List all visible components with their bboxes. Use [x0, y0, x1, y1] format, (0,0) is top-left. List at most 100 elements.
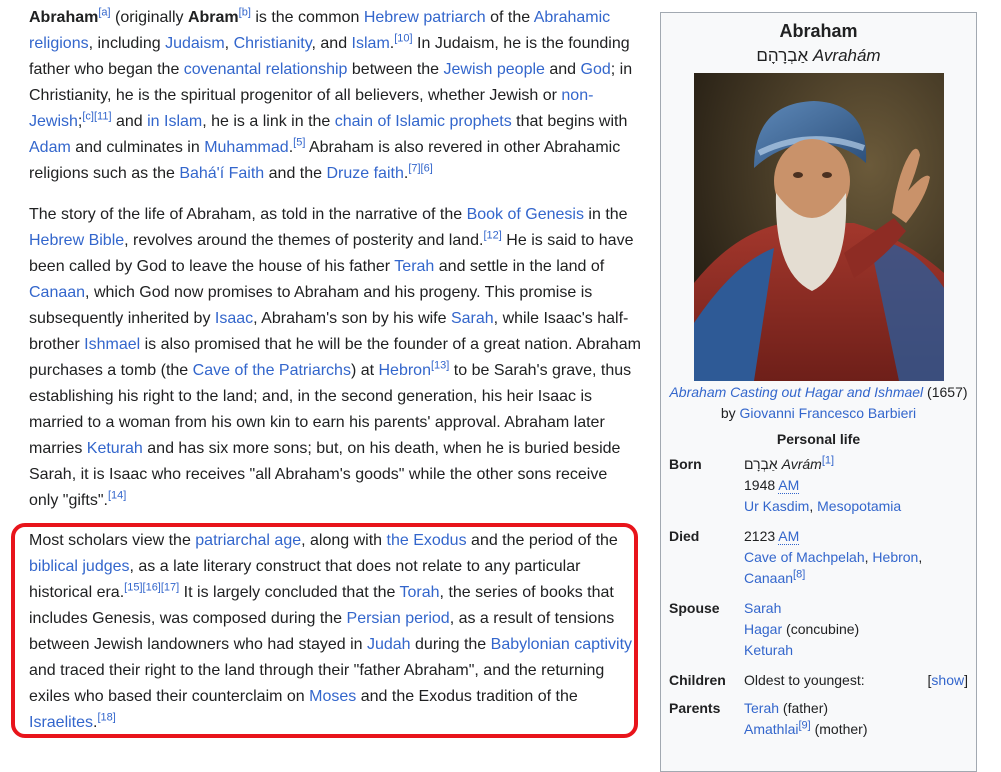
wiki-link[interactable]: Druze faith	[326, 165, 403, 182]
citation-link[interactable]: [b]	[239, 7, 251, 19]
citation-link[interactable]: [16]	[143, 582, 161, 594]
wiki-link[interactable]: the Exodus	[387, 532, 467, 549]
citation: [c]	[82, 111, 94, 123]
citation: [7]	[408, 163, 420, 175]
wiki-link[interactable]: Israelites	[29, 714, 93, 731]
citation: [17]	[161, 582, 179, 594]
spouse-keturah-link[interactable]: Keturah	[744, 642, 793, 658]
wiki-link[interactable]: Islam	[352, 35, 390, 52]
citation-link[interactable]: [10]	[394, 33, 412, 45]
body-text: of the	[485, 9, 534, 26]
citation-link[interactable]: [11]	[94, 111, 112, 123]
wiki-link[interactable]: Jewish people	[444, 61, 545, 78]
spouse-sarah-link[interactable]: Sarah	[744, 600, 781, 616]
citation-link[interactable]: [18]	[97, 712, 115, 724]
parent-amathlai-link[interactable]: Amathlai	[744, 721, 798, 737]
born-translit: Avrám	[781, 456, 822, 472]
born-place-ur-kasdim[interactable]: Ur Kasdim	[744, 498, 809, 514]
citation: [10]	[394, 33, 412, 45]
wiki-link[interactable]: Hebron	[379, 362, 431, 379]
wiki-link[interactable]: Judaism	[165, 35, 225, 52]
wiki-link[interactable]: Adam	[29, 139, 71, 156]
body-text: is the common	[250, 9, 364, 26]
citation-link[interactable]: [c]	[82, 111, 94, 123]
wiki-link[interactable]: Ishmael	[84, 336, 140, 353]
wiki-link[interactable]: Sarah	[451, 310, 494, 327]
wiki-link[interactable]: Babylonian captivity	[491, 636, 632, 653]
died-value: 2123 AM Cave of Machpelah, Hebron, Canaa…	[744, 528, 923, 586]
wiki-link[interactable]: Bahá'í Faith	[179, 165, 264, 182]
died-label: Died	[669, 528, 700, 544]
body-text: in the	[583, 206, 628, 223]
row-children: Children Oldest to youngest: [show]	[661, 670, 976, 691]
citation: [12]	[483, 230, 501, 242]
wiki-link[interactable]: Judah	[367, 636, 411, 653]
wiki-link[interactable]: Torah	[400, 584, 440, 601]
bold-term: Abraham	[29, 9, 99, 26]
wiki-link[interactable]: Hebrew Bible	[29, 232, 124, 249]
born-ref[interactable]: [1]	[822, 454, 834, 466]
wiki-link[interactable]: Muhammad	[204, 139, 288, 156]
body-text: The story of the life of Abraham, as tol…	[29, 206, 467, 223]
wiki-link[interactable]: Hebrew patriarch	[364, 9, 486, 26]
wiki-link[interactable]: Persian period	[347, 610, 450, 627]
parents-label: Parents	[669, 700, 721, 716]
citation-link[interactable]: [13]	[431, 360, 449, 372]
spouse-hagar-link[interactable]: Hagar	[744, 621, 782, 637]
born-place-mesopotamia[interactable]: Mesopotamia	[817, 498, 901, 514]
died-place-machpelah[interactable]: Cave of Machpelah	[744, 549, 865, 565]
wiki-link[interactable]: chain of Islamic prophets	[335, 113, 512, 130]
born-hebrew: אַבְרָם	[744, 456, 778, 472]
citation-link[interactable]: [5]	[293, 137, 305, 149]
infobox: Abraham אַבְרָהָם Avrahám Abraham Castin…	[660, 12, 977, 772]
citation-link[interactable]: [14]	[108, 490, 126, 502]
wiki-link[interactable]: Book of Genesis	[467, 206, 584, 223]
died-place-hebron[interactable]: Hebron	[872, 549, 918, 565]
died-place-canaan[interactable]: Canaan	[744, 570, 793, 586]
born-era-link[interactable]: AM	[778, 477, 800, 494]
citation-link[interactable]: [a]	[98, 7, 110, 19]
caption-title-link[interactable]: Abraham Casting out Hagar and Ishmael	[669, 384, 923, 400]
native-translit: Avrahám	[812, 46, 881, 65]
wiki-link[interactable]: Moses	[309, 688, 356, 705]
parent-terah-note: (father)	[779, 700, 829, 716]
citation: [b]	[239, 7, 251, 19]
citation-link[interactable]: [6]	[421, 163, 433, 175]
citation: [16]	[143, 582, 161, 594]
wiki-link[interactable]: Cave of the Patriarchs	[193, 362, 351, 379]
wiki-link[interactable]: Isaac	[215, 310, 253, 327]
portrait-image[interactable]	[693, 73, 944, 381]
bold-term: Abram	[187, 9, 239, 26]
body-text: between the	[347, 61, 444, 78]
citation-link[interactable]: [15]	[124, 582, 142, 594]
wiki-link[interactable]: God	[581, 61, 611, 78]
citation-link[interactable]: [7]	[408, 163, 420, 175]
parent-terah-link[interactable]: Terah	[744, 700, 779, 716]
body-text: (originally	[110, 9, 188, 26]
caption-artist-link[interactable]: Giovanni Francesco Barbieri	[740, 405, 917, 421]
wiki-link[interactable]: patriarchal age	[195, 532, 301, 549]
paragraph-scholarship: Most scholars view the patriarchal age, …	[29, 528, 641, 736]
wiki-link[interactable]: Christianity	[234, 35, 312, 52]
wiki-link[interactable]: covenantal relationship	[184, 61, 348, 78]
born-year: 1948	[744, 477, 779, 493]
citation: [5]	[293, 137, 305, 149]
citation-link[interactable]: [12]	[483, 230, 501, 242]
wiki-link[interactable]: biblical judges	[29, 558, 130, 575]
body-text: , including	[88, 35, 166, 52]
wiki-link[interactable]: Keturah	[87, 440, 143, 457]
wiki-link[interactable]: Terah	[394, 258, 434, 275]
died-era-link[interactable]: AM	[778, 528, 800, 545]
wiki-link[interactable]: Canaan	[29, 284, 85, 301]
children-value: Oldest to youngest: [show]	[744, 670, 976, 691]
wiki-link[interactable]: in Islam	[147, 113, 202, 130]
body-text: during the	[410, 636, 491, 653]
show-link[interactable]: show	[931, 672, 964, 688]
body-text: and settle in the land of	[434, 258, 605, 275]
body-text: that begins with	[511, 113, 628, 130]
parent-amathlai-ref[interactable]: [9]	[798, 719, 810, 731]
died-ref[interactable]: [8]	[793, 568, 805, 580]
body-text: and culminates in	[70, 139, 205, 156]
citation-link[interactable]: [17]	[161, 582, 179, 594]
children-show-toggle[interactable]: [show]	[928, 670, 968, 691]
